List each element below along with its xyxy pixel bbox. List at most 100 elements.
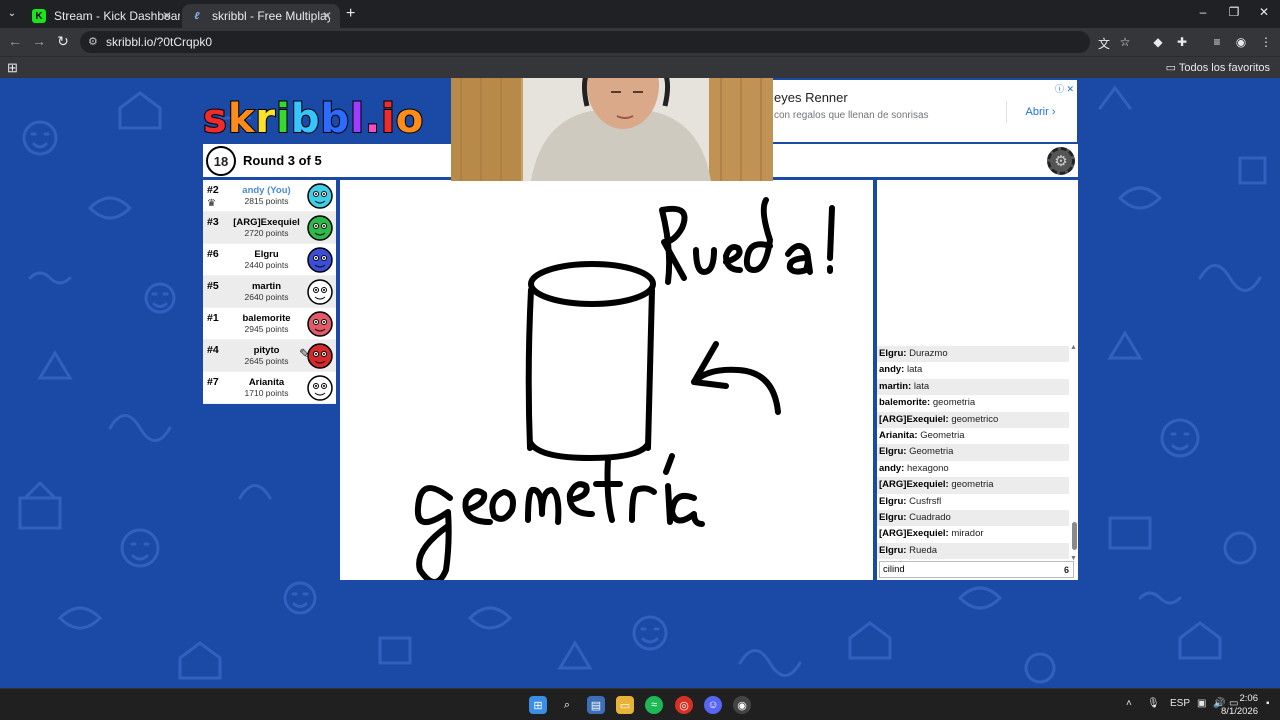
windows-taskbar: ⊞ ⌕ ▤ ▭ ≈ ◎ ☺ ◉ ˄ 🎙 ESP ▣ 🔊 ▭ 2:06 8/1/2… — [0, 688, 1280, 720]
ad-title: eyes Renner — [774, 90, 848, 105]
chat-text: Durazmo — [909, 348, 948, 359]
ad-open-button[interactable]: Abrir › — [1006, 101, 1074, 123]
profile-icon[interactable]: ◉ — [1233, 35, 1249, 49]
reading-list-icon[interactable]: ≡ — [1209, 35, 1225, 49]
new-tab-button[interactable]: + — [346, 5, 355, 23]
ad-choices-icon[interactable]: ⓘ ✕ — [1055, 82, 1074, 95]
close-tab-icon[interactable]: ✕ — [322, 9, 332, 23]
notifications-icon[interactable]: ▪ — [1266, 698, 1270, 709]
clock-date: 8/1/2026 — [1221, 706, 1258, 717]
player-row[interactable]: #7 Arianita 1710 points — [203, 372, 336, 404]
tab-skribbl[interactable]: ℓ skribbl - Free Multiplayer Draw ✕ — [182, 4, 340, 28]
minimize-button[interactable]: – — [1193, 5, 1213, 19]
start-icon[interactable]: ⊞ — [529, 696, 547, 714]
player-rank: #3 — [207, 216, 219, 228]
site-info-icon[interactable]: ⚙ — [88, 35, 98, 48]
player-points: 1710 points — [244, 388, 289, 398]
webcam-overlay — [451, 78, 773, 181]
clock-time: 2:06 — [1239, 693, 1259, 704]
player-name: andy (You) — [242, 185, 291, 196]
tray-overflow-icon[interactable]: ˄ — [1126, 698, 1132, 709]
obs-icon[interactable]: ◉ — [733, 696, 751, 714]
extensions-puzzle-icon[interactable]: ✚ — [1174, 35, 1190, 49]
discord-icon[interactable]: ☺ — [704, 696, 722, 714]
handwriting-geometria — [414, 453, 705, 585]
chat-text: geometria — [951, 479, 994, 491]
chat-text: geometria — [932, 397, 976, 409]
pencil-icon: ✎ — [299, 346, 310, 361]
chat-message: balemorite: geometria — [877, 395, 1069, 411]
chat-scroll-thumb[interactable] — [1072, 522, 1077, 550]
player-row[interactable]: #5 martin 2640 points — [203, 276, 336, 308]
file-explorer-icon[interactable]: ▭ — [616, 696, 634, 714]
drawing — [414, 197, 835, 585]
store-icon[interactable]: ▤ — [587, 696, 605, 714]
back-button[interactable]: ← — [6, 33, 24, 49]
close-tab-icon[interactable]: ✕ — [162, 9, 172, 23]
bookmarks-bar: ⊞ ▭ Todos los favoritos — [0, 56, 1280, 78]
chat-message: Arianita: Geometria — [877, 428, 1069, 444]
chat-guess-input[interactable] — [879, 561, 1074, 578]
chat-text: Rueda — [909, 544, 938, 556]
apps-grid-icon[interactable]: ⊞ — [7, 60, 18, 76]
player-points: 2720 points — [244, 228, 289, 238]
tab-title: skribbl - Free Multiplayer Draw — [212, 9, 330, 23]
chat-user: Elgru: — [879, 544, 907, 556]
spotify-icon[interactable]: ≈ — [645, 696, 663, 714]
bookmark-star-icon[interactable]: ☆ — [1117, 35, 1133, 49]
tab-list-button[interactable]: ⌄ — [4, 6, 20, 22]
drawing-canvas[interactable] — [340, 180, 873, 585]
player-row[interactable]: #3 [ARG]Exequiel 2720 points — [203, 212, 336, 244]
extension-icon[interactable]: ◆ — [1150, 35, 1166, 49]
language-indicator[interactable]: ESP — [1170, 698, 1190, 709]
ad-banner[interactable]: ⓘ ✕ eyes Renner con regalos que llenan d… — [770, 80, 1077, 142]
chat-text: hexagono — [906, 462, 949, 474]
chat-message: Elgru: Rueda — [877, 542, 1069, 560]
chat-text: Geometria — [909, 446, 954, 458]
player-row[interactable]: #6 Elgru 2440 points — [203, 244, 336, 276]
close-window-button[interactable]: ✕ — [1254, 5, 1274, 19]
reload-button[interactable]: ↻ — [54, 33, 72, 50]
chat-message: Elgru: Cuadrado — [877, 509, 1069, 527]
microphone-icon[interactable]: 🎙 — [1147, 698, 1160, 709]
chat-user: [ARG]Exequiel: — [879, 479, 949, 491]
player-row[interactable]: #1 balemorite 2945 points — [203, 308, 336, 340]
all-bookmarks-folder[interactable]: ▭ Todos los favoritos — [1166, 61, 1270, 74]
chat-message: martin: lata — [877, 378, 1069, 396]
chat-panel: Elgru: Durazmo andy: lata martin: lata bale… — [877, 180, 1078, 580]
clock[interactable]: 2:06 8/1/2026 — [1221, 692, 1258, 718]
cylinder-left — [525, 287, 534, 451]
chat-user: Arianita: — [879, 429, 918, 441]
chat-message: [ARG]Exequiel: geometrico — [877, 411, 1069, 428]
tab-kick-dashboard[interactable]: K Stream - Kick Dashboard ✕ — [24, 4, 180, 28]
avatar — [307, 311, 333, 337]
network-icon[interactable]: ▣ — [1197, 698, 1206, 709]
avatar — [307, 279, 333, 305]
player-row[interactable]: #4 pityto 2645 points ✎ — [203, 340, 336, 372]
chat-user: [ARG]Exequiel: — [879, 413, 949, 425]
timer-clock: 18 — [206, 146, 236, 176]
player-list: #2 ♛ andy (You) 2815 points #3 [ARG]Exequiel 2… — [203, 180, 336, 404]
translate-icon[interactable]: 文 — [1096, 35, 1112, 52]
settings-gear-icon[interactable]: ⚙ — [1047, 147, 1075, 175]
skribbl-logo: skribbl.io — [202, 95, 425, 143]
chat-message: Elgru: Geometria — [877, 444, 1069, 461]
forward-button[interactable]: → — [30, 33, 48, 49]
menu-icon[interactable]: ⋮ — [1258, 35, 1274, 49]
player-points: 2440 points — [244, 260, 289, 270]
browser-toolbar: ← → ↻ ⚙ skribbl.io/?0tCrqpk0 文 ☆ ◆ ✚ ≡ ◉… — [0, 28, 1280, 56]
player-name: pityto — [253, 345, 280, 356]
scroll-up-icon[interactable]: ▲ — [1070, 344, 1077, 351]
restore-button[interactable]: ❐ — [1224, 5, 1244, 19]
chat-text: Cusfrsfl — [909, 495, 942, 507]
player-rank: #7 — [207, 376, 219, 388]
address-bar[interactable]: ⚙ skribbl.io/?0tCrqpk0 — [80, 31, 1090, 53]
player-row[interactable]: #2 ♛ andy (You) 2815 points — [203, 180, 336, 212]
skribbl-icon: ℓ — [194, 10, 200, 22]
player-rank: #1 — [207, 312, 219, 324]
streamer-webcam-image — [451, 78, 773, 181]
search-icon[interactable]: ⌕ — [558, 696, 576, 714]
chrome-icon[interactable]: ◎ — [675, 696, 693, 714]
folder-icon: ▭ — [1165, 62, 1177, 74]
avatar — [307, 343, 333, 369]
